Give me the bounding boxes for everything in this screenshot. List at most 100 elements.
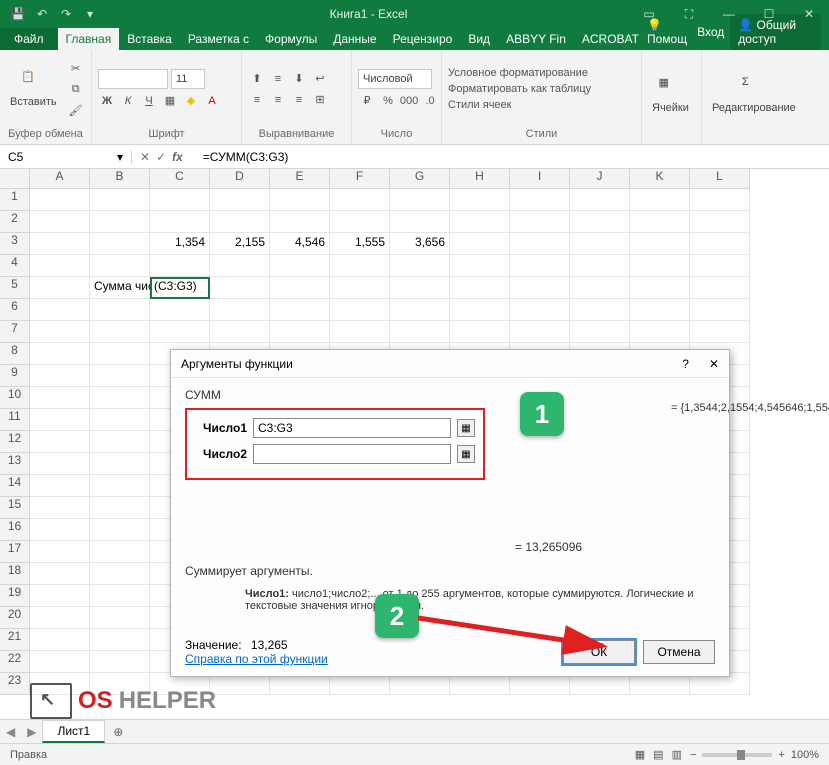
cell-D2[interactable] [210, 211, 270, 233]
arg2-input[interactable] [253, 444, 451, 464]
cell-D6[interactable] [210, 299, 270, 321]
cell-A19[interactable] [30, 585, 90, 607]
align-right-icon[interactable]: ≡ [290, 91, 308, 109]
row-head[interactable]: 1 [0, 189, 30, 211]
cell-B12[interactable] [90, 431, 150, 453]
cell-C6[interactable] [150, 299, 210, 321]
col-g[interactable]: G [390, 169, 450, 189]
page-layout-icon[interactable]: ▤ [653, 748, 663, 761]
row-head[interactable]: 12 [0, 431, 30, 453]
cell-B17[interactable] [90, 541, 150, 563]
tab-review[interactable]: Рецензиро [385, 28, 461, 50]
cell-L4[interactable] [690, 255, 750, 277]
cell-A5[interactable] [30, 277, 90, 299]
cell-A10[interactable] [30, 387, 90, 409]
cell-H1[interactable] [450, 189, 510, 211]
editing-button[interactable]: ΣРедактирование [708, 74, 800, 116]
col-h[interactable]: H [450, 169, 510, 189]
cell-A17[interactable] [30, 541, 90, 563]
tab-insert[interactable]: Вставка [119, 28, 180, 50]
inc-decimal-icon[interactable]: .0 [421, 92, 439, 110]
tab-abbyy[interactable]: ABBYY Fin [498, 28, 574, 50]
cell-J5[interactable] [570, 277, 630, 299]
row-head[interactable]: 2 [0, 211, 30, 233]
cell-F4[interactable] [330, 255, 390, 277]
font-name-input[interactable] [98, 69, 168, 89]
cell-B4[interactable] [90, 255, 150, 277]
row-head[interactable]: 7 [0, 321, 30, 343]
cell-B22[interactable] [90, 651, 150, 673]
cell-A11[interactable] [30, 409, 90, 431]
format-painter-icon[interactable]: 🖌 [67, 101, 85, 119]
row-head[interactable]: 18 [0, 563, 30, 585]
undo-icon[interactable]: ↶ [32, 4, 52, 24]
row-head[interactable]: 13 [0, 453, 30, 475]
cell-C3[interactable]: 1,354 [150, 233, 210, 255]
cell-B6[interactable] [90, 299, 150, 321]
cell-J2[interactable] [570, 211, 630, 233]
cell-G6[interactable] [390, 299, 450, 321]
cell-I5[interactable] [510, 277, 570, 299]
cell-B19[interactable] [90, 585, 150, 607]
cell-E4[interactable] [270, 255, 330, 277]
tab-acrobat[interactable]: ACROBAT [574, 28, 647, 50]
cell-E3[interactable]: 4,546 [270, 233, 330, 255]
ribbon-options-icon[interactable]: ▭ [629, 7, 669, 22]
row-head[interactable]: 5 [0, 277, 30, 299]
paste-button[interactable]: 📋Вставить [6, 68, 61, 110]
tab-layout[interactable]: Разметка с [180, 28, 257, 50]
row-head[interactable]: 21 [0, 629, 30, 651]
cell-L3[interactable] [690, 233, 750, 255]
align-center-icon[interactable]: ≡ [269, 91, 287, 109]
cell-B15[interactable] [90, 497, 150, 519]
formula-input[interactable]: =СУММ(C3:G3) [197, 150, 829, 164]
cell-G2[interactable] [390, 211, 450, 233]
row-head[interactable]: 20 [0, 607, 30, 629]
cell-K3[interactable] [630, 233, 690, 255]
cell-A4[interactable] [30, 255, 90, 277]
cell-A20[interactable] [30, 607, 90, 629]
maximize-icon[interactable]: ☐ [749, 7, 789, 22]
col-d[interactable]: D [210, 169, 270, 189]
row-head[interactable]: 14 [0, 475, 30, 497]
row-head[interactable]: 15 [0, 497, 30, 519]
cell-A7[interactable] [30, 321, 90, 343]
cell-A8[interactable] [30, 343, 90, 365]
cell-A22[interactable] [30, 651, 90, 673]
close-icon[interactable]: ✕ [789, 7, 829, 22]
cell-E1[interactable] [270, 189, 330, 211]
cell-C1[interactable] [150, 189, 210, 211]
cell-J1[interactable] [570, 189, 630, 211]
cell-B9[interactable] [90, 365, 150, 387]
arg1-input[interactable] [253, 418, 451, 438]
cell-styles-button[interactable]: Стили ячеек [448, 99, 591, 111]
row-head[interactable]: 6 [0, 299, 30, 321]
cell-E2[interactable] [270, 211, 330, 233]
tab-view[interactable]: Вид [460, 28, 498, 50]
cell-G5[interactable] [390, 277, 450, 299]
wrap-icon[interactable]: ↩ [311, 70, 329, 88]
row-head[interactable]: 3 [0, 233, 30, 255]
arg1-refedit-icon[interactable]: ▦ [457, 419, 475, 437]
row-head[interactable]: 19 [0, 585, 30, 607]
sheet-nav-next-icon[interactable]: ▶ [21, 725, 42, 739]
cell-J3[interactable] [570, 233, 630, 255]
row-head[interactable]: 11 [0, 409, 30, 431]
cell-A9[interactable] [30, 365, 90, 387]
row-head[interactable]: 9 [0, 365, 30, 387]
cell-L1[interactable] [690, 189, 750, 211]
zoom-in-icon[interactable]: + [778, 749, 784, 761]
cell-K4[interactable] [630, 255, 690, 277]
col-a[interactable]: A [30, 169, 90, 189]
cell-G1[interactable] [390, 189, 450, 211]
cell-I1[interactable] [510, 189, 570, 211]
cell-B13[interactable] [90, 453, 150, 475]
cell-E5[interactable] [270, 277, 330, 299]
cell-G7[interactable] [390, 321, 450, 343]
cell-K5[interactable] [630, 277, 690, 299]
tab-data[interactable]: Данные [325, 28, 384, 50]
cell-K6[interactable] [630, 299, 690, 321]
page-break-icon[interactable]: ▥ [672, 748, 682, 761]
row-head[interactable]: 23 [0, 673, 30, 695]
fullscreen-icon[interactable]: ⛶ [669, 7, 709, 22]
